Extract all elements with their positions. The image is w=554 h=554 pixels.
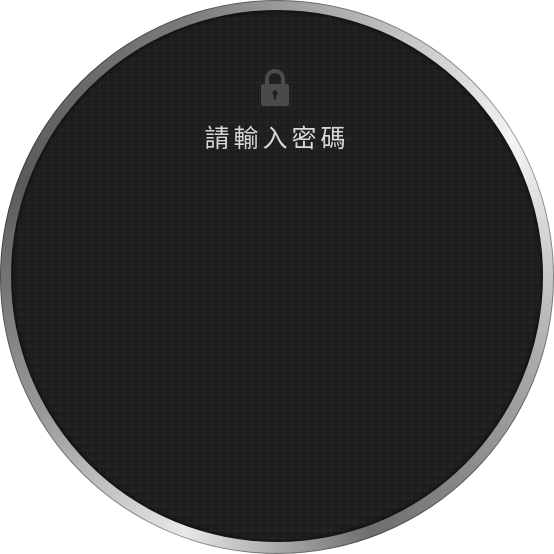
watch-screen: 請輸入密碼 — [11, 10, 543, 542]
lock-icon — [258, 68, 292, 108]
password-prompt: 請輸入密碼 — [204, 124, 350, 153]
